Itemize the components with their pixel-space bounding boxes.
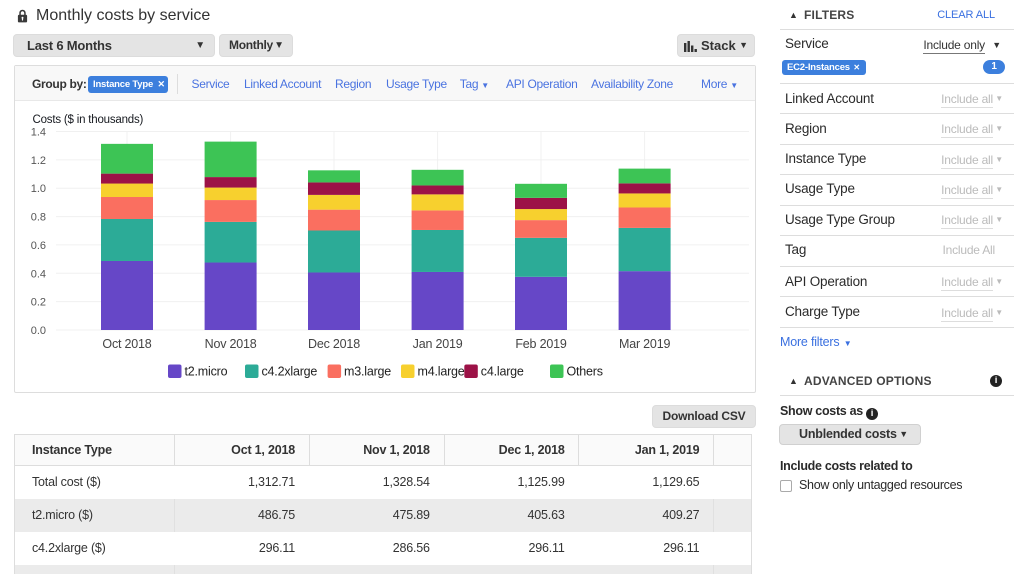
svg-text:Oct 2018: Oct 2018: [102, 337, 151, 351]
svg-text:c4.large: c4.large: [481, 365, 524, 379]
svg-text:Feb 2019: Feb 2019: [515, 337, 566, 351]
svg-text:Mar 2019: Mar 2019: [619, 337, 670, 351]
svg-text:Nov 2018: Nov 2018: [205, 337, 257, 351]
svg-text:1.2: 1.2: [31, 155, 46, 167]
svg-text:0.4: 0.4: [31, 268, 46, 280]
svg-text:Jan 2019: Jan 2019: [413, 337, 463, 351]
svg-text:m4.large: m4.large: [418, 365, 465, 379]
svg-text:c4.2xlarge: c4.2xlarge: [262, 365, 318, 379]
svg-text:m3.large: m3.large: [344, 365, 391, 379]
svg-text:0.6: 0.6: [31, 240, 46, 252]
svg-text:0.8: 0.8: [31, 212, 46, 224]
svg-text:Dec 2018: Dec 2018: [308, 337, 360, 351]
svg-text:0.0: 0.0: [31, 325, 46, 337]
svg-text:Others: Others: [567, 365, 603, 379]
svg-text:1.0: 1.0: [31, 183, 46, 195]
svg-text:t2.micro: t2.micro: [185, 365, 228, 379]
svg-text:0.2: 0.2: [31, 297, 46, 309]
svg-text:1.4: 1.4: [31, 127, 46, 139]
